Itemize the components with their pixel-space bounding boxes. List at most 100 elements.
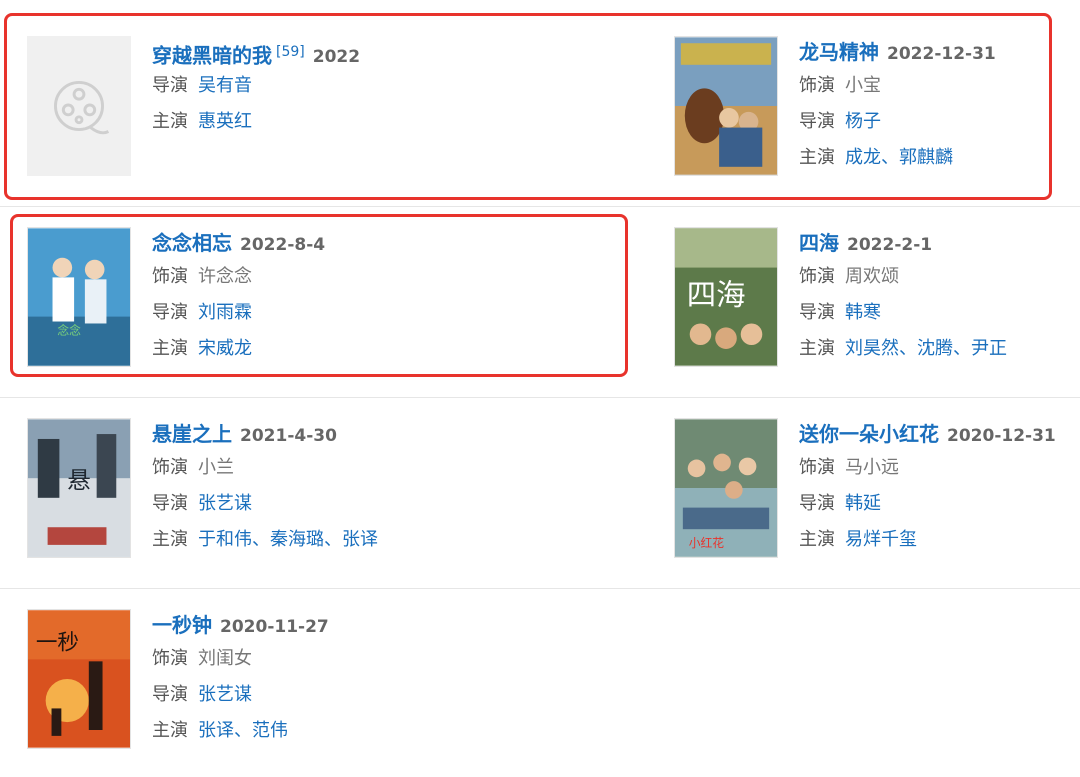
director-line: 导演 吴有音	[152, 68, 482, 104]
cast-link[interactable]: 易烊千玺	[845, 529, 917, 550]
poster-image	[675, 37, 777, 175]
role-value: 小兰	[198, 457, 234, 478]
director-link[interactable]: 张艺谋	[198, 684, 252, 705]
cast-line: 主演 于和伟、秦海璐、张译	[152, 522, 482, 558]
director-link[interactable]: 韩寒	[845, 302, 881, 323]
release-date: 2022-8-4	[240, 235, 326, 255]
poster-image: 念念	[28, 228, 130, 366]
director-line: 导演 张艺谋	[152, 486, 482, 522]
title-line: 四海 2022-2-1	[799, 227, 1080, 259]
director-link[interactable]: 刘雨霖	[198, 302, 252, 323]
role-value: 周欢颂	[845, 266, 899, 287]
cast-label: 主演	[799, 147, 835, 168]
movie-card: 念念 念念相忘 2022-8-4 饰演 许念念 导演 刘雨霖 主演 宋威龙	[27, 227, 447, 377]
cast-link[interactable]: 范伟	[252, 720, 288, 741]
cast-link[interactable]: 张译	[198, 720, 234, 741]
movie-poster[interactable]	[674, 36, 778, 176]
role-label: 饰演	[799, 75, 835, 96]
title-line: 穿越黑暗的我 [59] 2022	[152, 36, 482, 68]
cast-label: 主演	[152, 529, 188, 550]
cast-link[interactable]: 张译	[342, 529, 378, 550]
director-link[interactable]: 吴有音	[198, 75, 252, 96]
cast-line: 主演 成龙、郭麒麟	[799, 140, 1080, 176]
movie-poster[interactable]: 念念	[27, 227, 131, 367]
cast-line: 主演 张译、范伟	[152, 713, 482, 749]
title-line: 送你一朵小红花 2020-12-31	[799, 418, 1080, 450]
director-link[interactable]: 韩延	[845, 493, 881, 514]
movie-info: 四海 2022-2-1 饰演 周欢颂 导演 韩寒 主演 刘昊然、沈腾、尹正	[799, 227, 1080, 367]
cast-line: 主演 惠英红	[152, 104, 482, 140]
director-line: 导演 韩寒	[799, 295, 1080, 331]
director-link[interactable]: 杨子	[845, 111, 881, 132]
poster-image: 一秒	[28, 610, 130, 748]
row-divider	[0, 397, 1080, 398]
movie-info: 穿越黑暗的我 [59] 2022 导演 吴有音 主演 惠英红	[152, 36, 482, 140]
title-line: 一秒钟 2020-11-27	[152, 609, 482, 641]
role-label: 饰演	[152, 648, 188, 669]
cast-link[interactable]: 尹正	[971, 338, 1007, 359]
cast-label: 主演	[152, 111, 188, 132]
movie-info: 一秒钟 2020-11-27 饰演 刘闺女 导演 张艺谋 主演 张译、范伟	[152, 609, 482, 749]
release-date: 2020-12-31	[947, 426, 1056, 446]
cast-link[interactable]: 秦海璐	[270, 529, 324, 550]
role-line: 饰演 许念念	[152, 259, 482, 295]
role-label: 饰演	[152, 457, 188, 478]
movie-info: 悬崖之上 2021-4-30 饰演 小兰 导演 张艺谋 主演 于和伟、秦海璐、张译	[152, 418, 482, 558]
row-divider	[0, 206, 1080, 207]
cast-separator: 、	[234, 720, 252, 741]
movie-poster[interactable]: 小红花	[674, 418, 778, 558]
movie-card: 悬 悬崖之上 2021-4-30 饰演 小兰 导演 张艺谋 主演 于和伟、秦海璐、张译	[27, 418, 447, 568]
movie-poster[interactable]: 一秒	[27, 609, 131, 749]
release-date: 2020-11-27	[220, 617, 329, 637]
movie-title-link[interactable]: 四海	[799, 231, 839, 255]
cast-link[interactable]: 于和伟	[198, 529, 252, 550]
movie-info: 龙马精神 2022-12-31 饰演 小宝 导演 杨子 主演 成龙、郭麒麟	[799, 36, 1080, 176]
cast-link[interactable]: 沈腾	[917, 338, 953, 359]
row-divider	[0, 588, 1080, 589]
citation-ref-link[interactable]: [59]	[276, 44, 305, 60]
role-label: 饰演	[152, 266, 188, 287]
movie-card: 一秒 一秒钟 2020-11-27 饰演 刘闺女 导演 张艺谋 主演 张译、范伟	[27, 609, 447, 759]
cast-link[interactable]: 成龙	[845, 147, 881, 168]
cast-line: 主演 宋威龙	[152, 331, 482, 367]
cast-separator: 、	[324, 529, 342, 550]
movie-card: 穿越黑暗的我 [59] 2022 导演 吴有音 主演 惠英红	[27, 36, 447, 186]
role-line: 饰演 马小远	[799, 450, 1080, 486]
movie-title-link[interactable]: 送你一朵小红花	[799, 422, 939, 446]
cast-separator: 、	[252, 529, 270, 550]
director-line: 导演 刘雨霖	[152, 295, 482, 331]
poster-placeholder[interactable]	[27, 36, 131, 176]
movie-title-link[interactable]: 念念相忘	[152, 231, 232, 255]
cast-separator: 、	[881, 147, 899, 168]
movie-title-link[interactable]: 龙马精神	[799, 40, 879, 64]
title-line: 悬崖之上 2021-4-30	[152, 418, 482, 450]
movie-title-link[interactable]: 穿越黑暗的我	[152, 43, 272, 67]
svg-text:四海: 四海	[687, 278, 746, 312]
poster-image: 悬	[28, 419, 130, 557]
movie-poster[interactable]: 四海	[674, 227, 778, 367]
director-label: 导演	[799, 111, 835, 132]
role-label: 饰演	[799, 266, 835, 287]
director-label: 导演	[152, 75, 188, 96]
movie-info: 念念相忘 2022-8-4 饰演 许念念 导演 刘雨霖 主演 宋威龙	[152, 227, 482, 367]
director-label: 导演	[799, 493, 835, 514]
director-label: 导演	[152, 684, 188, 705]
cast-link[interactable]: 郭麒麟	[899, 147, 953, 168]
movie-title-link[interactable]: 一秒钟	[152, 613, 212, 637]
role-value: 刘闺女	[198, 648, 252, 669]
svg-text:小红花: 小红花	[689, 536, 724, 550]
cast-label: 主演	[799, 338, 835, 359]
cast-link[interactable]: 宋威龙	[198, 338, 252, 359]
title-line: 念念相忘 2022-8-4	[152, 227, 482, 259]
director-label: 导演	[152, 493, 188, 514]
cast-link[interactable]: 刘昊然	[845, 338, 899, 359]
cast-line: 主演 易烊千玺	[799, 522, 1080, 558]
cast-link[interactable]: 惠英红	[198, 111, 252, 132]
role-value: 许念念	[198, 266, 252, 287]
director-link[interactable]: 张艺谋	[198, 493, 252, 514]
movie-title-link[interactable]: 悬崖之上	[152, 422, 232, 446]
svg-text:一秒: 一秒	[36, 631, 79, 656]
cast-separator: 、	[899, 338, 917, 359]
movie-poster[interactable]: 悬	[27, 418, 131, 558]
cast-line: 主演 刘昊然、沈腾、尹正	[799, 331, 1080, 367]
